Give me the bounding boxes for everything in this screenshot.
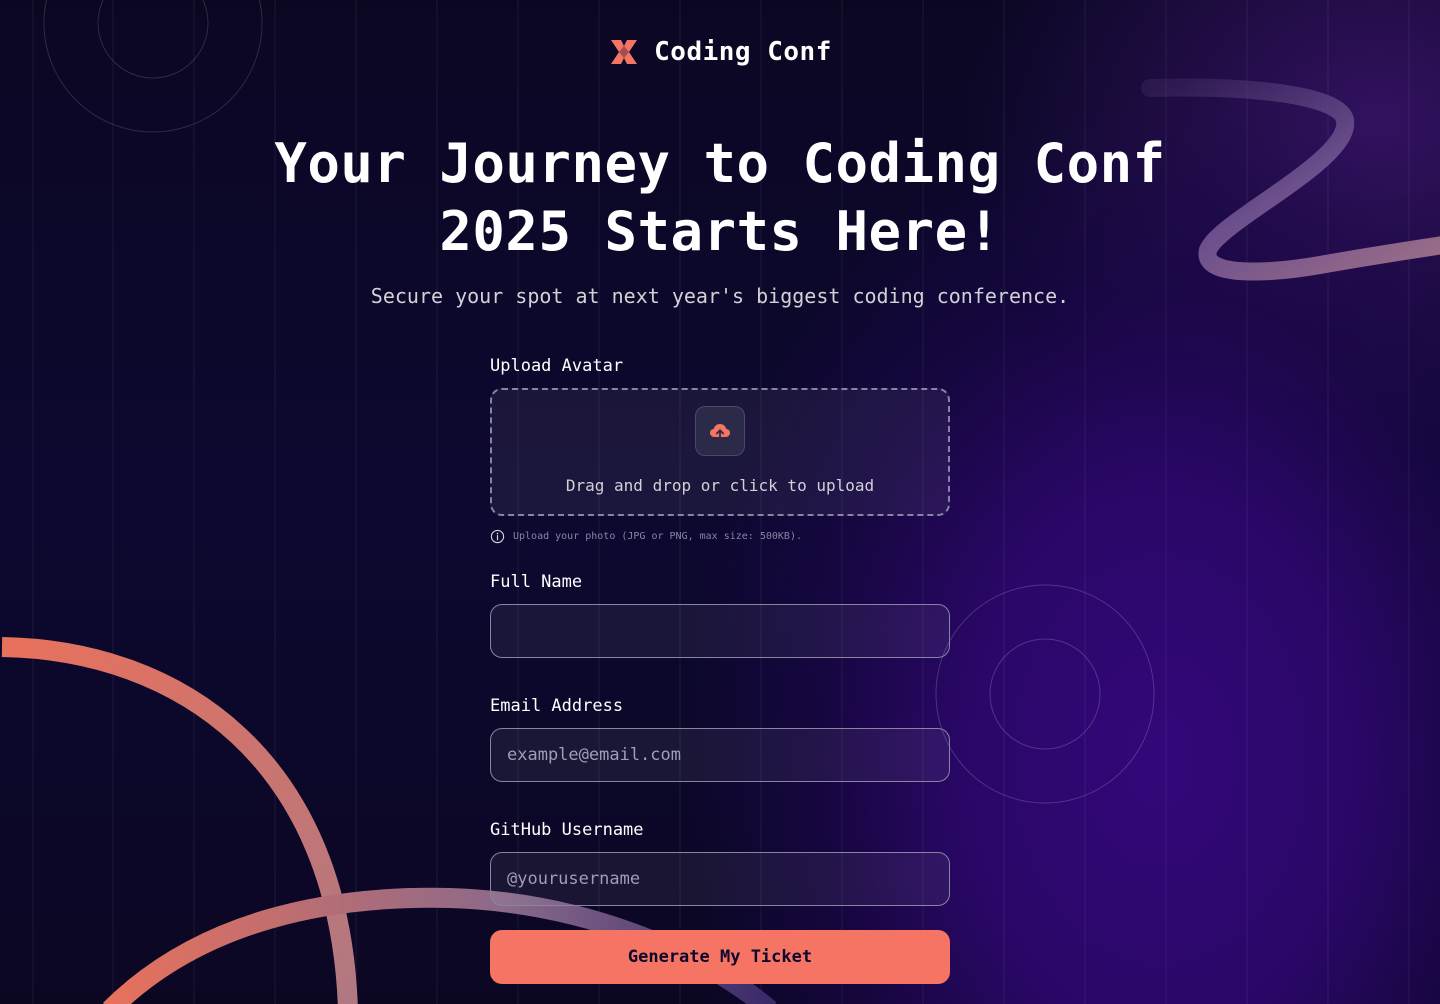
dropzone-text: Drag and drop or click to upload — [565, 476, 875, 495]
avatar-dropzone[interactable]: Drag and drop or click to upload — [490, 388, 950, 516]
upload-avatar-label: Upload Avatar — [490, 356, 624, 376]
main-content: Coding Conf Your Journey to Coding Conf … — [0, 0, 1440, 1004]
page-title-line-2: 2025 Starts Here! — [439, 200, 1001, 263]
brand-logo: Coding Conf — [0, 36, 1440, 68]
full-name-label: Full Name — [490, 572, 583, 592]
page-title: Your Journey to Coding Conf 2025 Starts … — [0, 130, 1440, 266]
cloud-upload-icon — [710, 424, 730, 440]
info-icon — [490, 529, 505, 543]
brand-name: Coding Conf — [654, 37, 832, 67]
github-username-label: GitHub Username — [490, 820, 644, 840]
page-title-line-1: Your Journey to Coding Conf — [274, 132, 1166, 195]
ticket-form: Upload Avatar Drag and drop or click to … — [490, 354, 950, 984]
page-subtitle: Secure your spot at next year's biggest … — [370, 284, 1070, 308]
coding-conf-logo-icon — [611, 40, 638, 64]
upload-hint: Upload your photo (JPG or PNG, max size:… — [490, 528, 950, 544]
upload-button[interactable] — [695, 406, 745, 456]
email-label: Email Address — [490, 696, 624, 716]
github-username-input[interactable] — [490, 852, 950, 906]
upload-hint-text: Upload your photo (JPG or PNG, max size:… — [513, 530, 802, 542]
full-name-input[interactable] — [490, 604, 950, 658]
email-input[interactable] — [490, 728, 950, 782]
generate-ticket-button[interactable]: Generate My Ticket — [490, 930, 950, 984]
